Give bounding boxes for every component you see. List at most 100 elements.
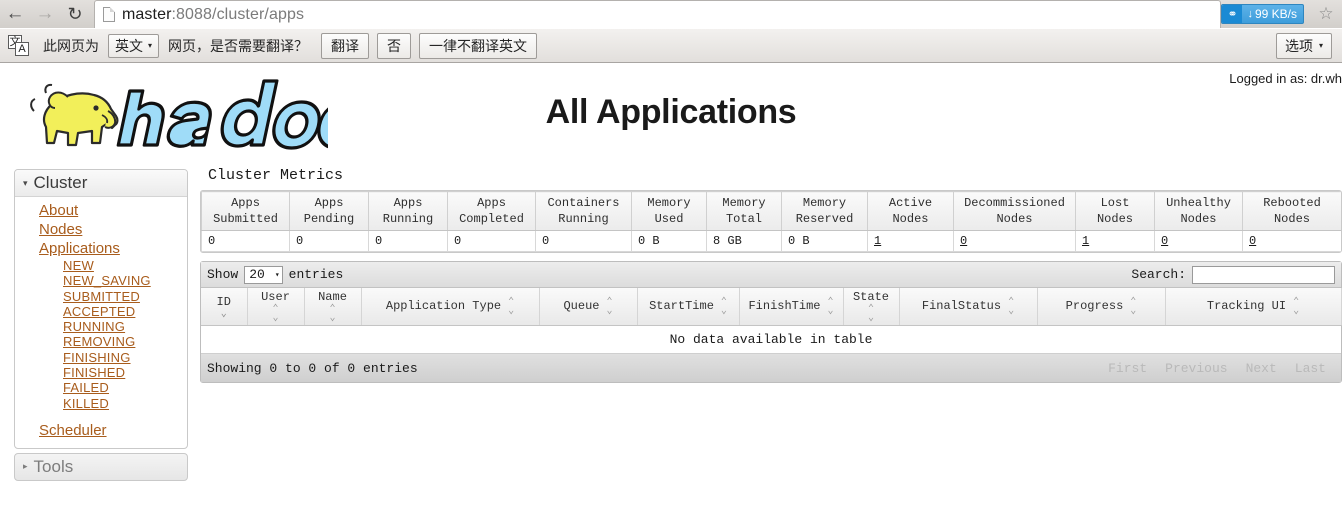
cluster-metrics-table: Apps Submitted Apps Pending Apps Running Ap… <box>201 191 1341 252</box>
metrics-link-rebooted-nodes[interactable]: 0 <box>1249 234 1256 248</box>
col-header-tracking-ui[interactable]: Tracking UI <box>1165 288 1342 326</box>
pagination-first-button[interactable]: First <box>1099 359 1156 378</box>
search-input[interactable] <box>1192 265 1335 284</box>
col-header-starttime[interactable]: StartTime <box>637 288 740 326</box>
sort-both-icon <box>868 305 874 323</box>
sidebar-item-submitted[interactable]: SUBMITTED <box>15 289 187 304</box>
col-header-finishtime[interactable]: FinishTime <box>739 288 844 326</box>
col-header-queue[interactable]: Queue <box>539 288 638 326</box>
col-header-finalstatus[interactable]: FinalStatus <box>899 288 1038 326</box>
metrics-col-memory-reserved: Memory Reserved <box>781 191 868 231</box>
main-content: Cluster Metrics Apps Submitted Apps Pendin… <box>200 167 1342 383</box>
sidebar-item-applications[interactable]: Applications <box>15 239 187 258</box>
never-translate-button[interactable]: 一律不翻译英文 <box>419 32 538 59</box>
metrics-col-apps-completed: Apps Completed <box>447 191 536 231</box>
sidebar-item-new[interactable]: NEW <box>15 258 187 273</box>
metrics-cell-active-nodes: 1 <box>867 230 954 252</box>
metrics-col-line1: Active <box>888 196 933 210</box>
translate-icon: 文 A <box>8 34 30 57</box>
metrics-link-active-nodes[interactable]: 1 <box>874 234 881 248</box>
page-title: All Applications <box>545 93 797 131</box>
address-bar[interactable]: master:8088/cluster/apps <box>94 0 1222 28</box>
col-header-application-type[interactable]: Application Type <box>361 288 540 326</box>
metrics-col-line1: Apps <box>477 196 506 210</box>
sidebar-item-finishing[interactable]: FINISHING <box>15 350 187 365</box>
col-label-application-type: Application Type <box>385 299 502 313</box>
metrics-col-lost-nodes: Lost Nodes <box>1075 191 1155 231</box>
translate-decline-button[interactable]: 否 <box>377 32 412 59</box>
metrics-col-line2: Submitted <box>213 212 278 226</box>
col-header-name[interactable]: Name <box>304 288 362 326</box>
sidebar-item-scheduler[interactable]: Scheduler <box>15 421 187 440</box>
metrics-value-apps-pending: 0 <box>289 230 369 252</box>
metrics-col-rebooted-nodes: Rebooted Nodes <box>1242 191 1341 231</box>
sidebar-item-about[interactable]: About <box>15 201 187 220</box>
cluster-metrics-table-wrap: Apps Submitted Apps Pending Apps Running Ap… <box>200 190 1342 253</box>
sort-both-icon <box>721 298 727 316</box>
back-arrow-icon[interactable]: ← <box>0 0 30 28</box>
translate-icon-latin: A <box>15 41 29 56</box>
translate-button[interactable]: 翻译 <box>321 32 370 59</box>
sidebar: ▾ Cluster About Nodes Applications NEW N… <box>14 169 188 481</box>
col-label-name: Name <box>318 290 347 304</box>
metrics-link-unhealthy-nodes[interactable]: 0 <box>1161 234 1168 248</box>
datatable-footer: Showing 0 to 0 of 0 entries First Previo… <box>201 354 1341 382</box>
pagination-previous-button[interactable]: Previous <box>1156 359 1236 378</box>
metrics-col-line2: Running <box>558 212 609 226</box>
metrics-col-line2: Total <box>725 212 762 226</box>
sidebar-item-removing[interactable]: REMOVING <box>15 334 187 349</box>
metrics-link-decommissioned-nodes[interactable]: 0 <box>960 234 967 248</box>
sidebar-item-killed[interactable]: KILLED <box>15 396 187 411</box>
sidebar-item-finished[interactable]: FINISHED <box>15 365 187 380</box>
page-length-select[interactable]: 20 ▾ <box>244 265 283 284</box>
metrics-col-line1: Containers <box>547 196 620 210</box>
sidebar-item-accepted[interactable]: ACCEPTED <box>15 304 187 319</box>
empty-table-row: No data available in table <box>201 325 1341 354</box>
translate-suffix-text: 网页，是否需要翻译？ <box>168 37 309 54</box>
translate-infobar: 文 A 此网页为 英文 ▾ 网页，是否需要翻译？ 翻译 否 一律不翻译英文 选项… <box>0 28 1342 62</box>
metrics-col-line1: Apps <box>231 196 260 210</box>
metrics-col-line2: Nodes <box>1273 212 1310 226</box>
metrics-col-line2: Completed <box>459 212 524 226</box>
sort-both-icon <box>329 305 335 323</box>
metrics-col-line2: Nodes <box>1180 212 1217 226</box>
bookmark-star-icon[interactable]: ☆ <box>1310 0 1342 28</box>
translate-language-value: 英文 <box>115 37 143 54</box>
metrics-value-apps-submitted: 0 <box>201 230 290 252</box>
cluster-metrics-title: Cluster Metrics <box>208 167 344 184</box>
metrics-col-memory-total: Memory Total <box>706 191 782 231</box>
sidebar-item-running[interactable]: RUNNING <box>15 319 187 334</box>
sidebar-item-nodes[interactable]: Nodes <box>15 220 187 239</box>
reload-icon[interactable]: ↻ <box>60 0 90 28</box>
pagination-next-button[interactable]: Next <box>1237 359 1286 378</box>
metrics-value-memory-total: 8 GB <box>706 230 782 252</box>
metrics-col-line2: Nodes <box>1096 212 1133 226</box>
sort-both-icon <box>1293 298 1299 316</box>
cluster-panel-header[interactable]: ▾ Cluster <box>15 170 187 197</box>
sidebar-item-new-saving[interactable]: NEW_SAVING <box>15 273 187 288</box>
pagination-last-button[interactable]: Last <box>1286 359 1335 378</box>
metrics-col-line2: Pending <box>303 212 355 226</box>
col-header-progress[interactable]: Progress <box>1037 288 1166 326</box>
chevron-down-icon: ▾ <box>1318 41 1323 50</box>
metrics-col-line2: Nodes <box>892 212 929 226</box>
translate-options-button[interactable]: 选项 ▾ <box>1275 32 1332 59</box>
metrics-cell-lost-nodes: 1 <box>1075 230 1155 252</box>
applications-datatable: Show 20 ▾ entries Search: ID ⌄ User ⌃ ⌄ … <box>200 261 1342 383</box>
metrics-col-unhealthy-nodes: Unhealthy Nodes <box>1154 191 1243 231</box>
metrics-link-lost-nodes[interactable]: 1 <box>1082 234 1089 248</box>
metrics-value-apps-completed: 0 <box>447 230 536 252</box>
col-header-state[interactable]: State <box>843 288 900 326</box>
show-label: Show <box>207 267 239 282</box>
download-speed-badge[interactable]: ⚭ ↓ 99 KB/s <box>1221 4 1304 24</box>
col-header-user[interactable]: User <box>247 288 305 326</box>
page-document-icon <box>103 7 115 22</box>
col-header-id[interactable]: ID <box>201 288 248 326</box>
col-label-progress: Progress <box>1065 299 1124 313</box>
sidebar-item-failed[interactable]: FAILED <box>15 380 187 395</box>
translate-language-select[interactable]: 英文 ▾ <box>108 33 160 58</box>
tools-panel-header[interactable]: ▸ Tools <box>14 452 188 481</box>
metrics-col-line2: Nodes <box>996 212 1033 226</box>
forward-arrow-icon[interactable]: → <box>30 0 60 28</box>
